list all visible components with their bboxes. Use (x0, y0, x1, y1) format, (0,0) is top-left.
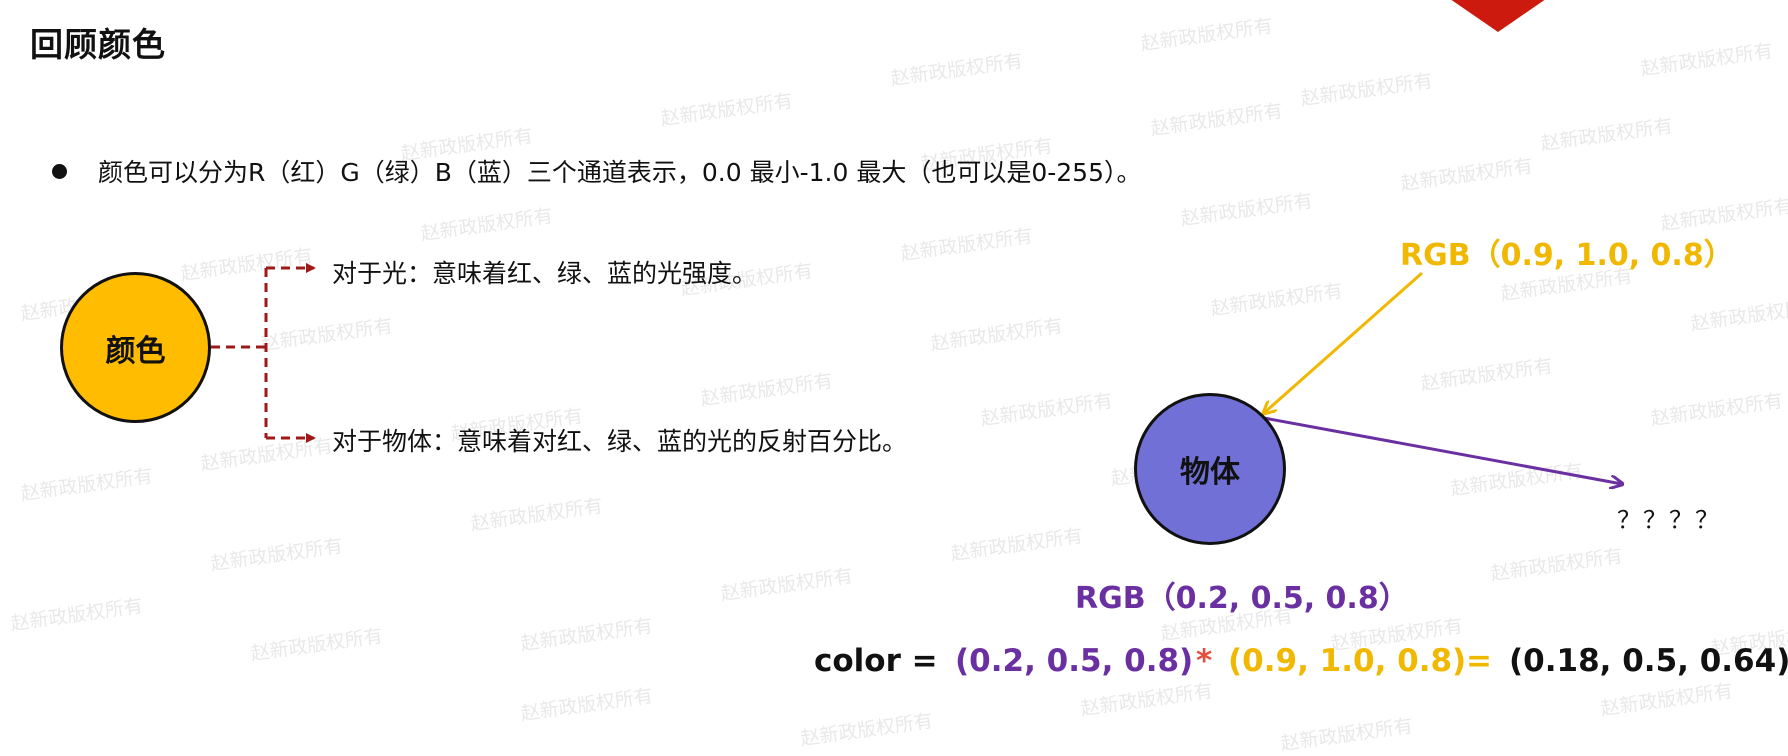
slide-title: 回顾颜色 (30, 25, 166, 64)
light-rgb-label: RGB（0.9, 1.0, 0.8） (1400, 238, 1734, 273)
formula-object-color: (0.2, 0.5, 0.8) (955, 643, 1194, 679)
formula-result: (0.18, 0.5, 0.64) (1509, 643, 1788, 679)
color-branch-connector (211, 263, 316, 443)
formula-light-color: (0.9, 1.0, 0.8) (1228, 643, 1467, 679)
bullet-point-icon (52, 164, 67, 179)
object-rgb-label: RGB（0.2, 0.5, 0.8） (1075, 581, 1409, 616)
diagram-connectors (211, 263, 1788, 754)
branch-object-text: 对于物体：意味着对红、绿、蓝的光的反射百分比。 (332, 427, 908, 456)
object-node: 物体 (1134, 393, 1286, 545)
branch-light-text: 对于光：意味着红、绿、蓝的光强度。 (332, 259, 758, 288)
bullet-text: 颜色可以分为R（红）G（绿）B（蓝）三个通道表示，0.0 最小-1.0 最大（也… (98, 158, 1142, 187)
light-arrow (1264, 271, 1423, 413)
color-node-label: 颜色 (105, 333, 166, 369)
formula-label: color = (814, 643, 938, 679)
object-node-label: 物体 (1180, 455, 1240, 490)
formula-multiply-operator: * (1196, 643, 1213, 679)
color-node: 颜色 (60, 272, 211, 423)
reflect-arrow (1263, 416, 1622, 484)
formula-equals: = (1466, 643, 1492, 679)
unknown-result-label: ？？？？ (1617, 506, 1721, 534)
